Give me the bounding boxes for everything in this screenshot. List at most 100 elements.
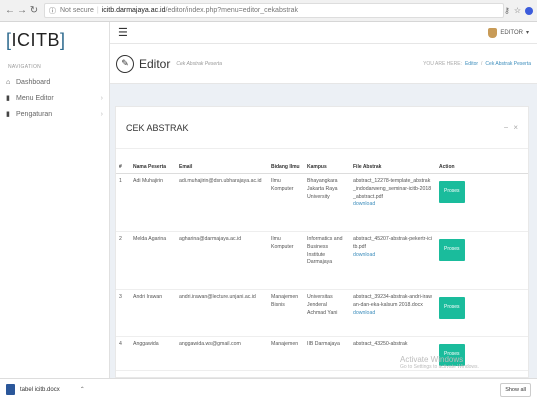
avatar [488,27,498,38]
chevron-up-icon[interactable]: ⌃ [80,386,85,393]
cell-nama: Andri Irawan [130,289,176,337]
cell-kampus: IIB Darmajaya [304,336,350,371]
caret-down-icon: ▾ [525,30,529,36]
sidebar-item-label: Pengaturan [16,110,53,118]
nav-header: NAVIGATION [8,64,42,70]
download-link[interactable]: download [353,310,433,318]
cell-file: abstract_45207-abstrak-pekertr-icitb.pdf… [350,231,436,290]
col-nama: Nama Peserta [130,161,176,174]
menu-toggle-icon[interactable]: ☰ [118,26,128,39]
file-icon: ▮ [6,111,10,118]
breadcrumb: YOU ARE HERE: Editor / Cek Abstrak Peser… [423,61,531,67]
downloads-bar: tabel icitb.docx ⌃ Show all [0,378,537,400]
file-name: abstract_45207-abstrak-pekertr-icitb.pdf [353,236,433,250]
table-row: 3 Andri Irawan andri.irawan@lecture.unja… [116,289,528,337]
browser-toolbar: ← → ↻ ⓘ Not secure | icitb.darmajaya.ac.… [0,0,537,22]
abstract-table: # Nama Peserta Email Bidang Ilmu Kampus … [116,161,528,371]
cell-nama: Melda Agarina [130,231,176,290]
breadcrumb-prefix: YOU ARE HERE: [423,60,462,67]
cell-no: 2 [116,231,130,290]
sidebar-item-label: Menu Editor [16,94,54,102]
star-icon[interactable]: ☆ [514,6,521,15]
word-document-icon [6,384,15,395]
proses-button[interactable]: Proses [439,239,465,261]
pencil-icon: ✎ [116,54,134,73]
col-email: Email [176,161,268,174]
browser-actions: ⚷ ☆ [504,6,533,15]
not-secure-label: Not secure [60,7,94,14]
watermark-subtitle: Go to Settings to activate Windows. [400,364,479,370]
download-link[interactable]: download [353,252,433,260]
table-header-row: # Nama Peserta Email Bidang Ilmu Kampus … [116,161,528,174]
sidebar-item-pengaturan[interactable]: ▮ Pengaturan › [0,106,109,122]
url-path: /editor/index.php?menu=editor_cekabstrak [165,7,299,14]
cell-nama: Anggawida [130,336,176,371]
cell-action: Proses [436,289,528,337]
cell-bidang: Ilmu Komputer [268,173,304,232]
page-header: ✎ Editor Cek Abstrak Peserta YOU ARE HER… [110,44,537,84]
col-file: File Abstrak [350,161,436,174]
col-no: # [116,161,130,174]
logo-bracket-close: ] [60,29,66,50]
cell-email: anggawida.ws@gmail.com [176,336,268,371]
info-icon[interactable]: ⓘ [49,6,56,16]
cell-file: abstract_12278-template_abstrak_indodarw… [350,173,436,232]
forward-icon[interactable]: → [16,4,28,18]
proses-button[interactable]: Proses [439,181,465,203]
cell-email: adi.muhajirin@dsn.ubharajaya.ac.id [176,173,268,232]
col-kampus: Kampus [304,161,350,174]
file-name: abstract_43250-abstrak [353,341,408,347]
activate-windows-watermark: Activate Windows Go to Settings to activ… [400,355,479,370]
cell-no: 3 [116,289,130,337]
cell-bidang: Manajemen Bisnis [268,289,304,337]
sidebar: [ ICITB ] NAVIGATION ⌂ Dashboard ▮ Menu … [0,22,110,378]
address-separator: | [96,7,99,14]
back-icon[interactable]: ← [4,4,16,18]
user-name: EDITOR [500,29,523,36]
cell-no: 1 [116,173,130,232]
download-item[interactable]: tabel icitb.docx [6,384,60,395]
breadcrumb-separator: / [481,60,483,67]
logo-text: ICITB [11,29,61,50]
collapse-icon[interactable]: − [504,123,509,132]
cell-action: Proses [436,231,528,290]
show-all-button[interactable]: Show all [500,382,531,397]
cell-no: 4 [116,336,130,371]
extension-icon[interactable] [525,6,533,15]
key-icon[interactable]: ⚷ [504,6,510,15]
download-file-name: tabel icitb.docx [20,386,60,393]
file-name: abstract_39234-abstrak-andri-irawan-dan-… [353,294,433,308]
sidebar-item-dashboard[interactable]: ⌂ Dashboard [0,74,109,90]
download-link[interactable]: download [353,201,433,209]
close-icon[interactable]: × [513,123,518,132]
cell-kampus: Informatics and Business Institute Darma… [304,231,350,290]
file-icon: ▮ [6,95,10,102]
user-menu[interactable]: EDITOR ▾ [488,27,529,38]
panel-tools: − × [504,123,518,132]
top-header: ☰ EDITOR ▾ [110,22,537,44]
address-bar[interactable]: ⓘ Not secure | icitb.darmajaya.ac.id /ed… [44,3,504,18]
panel-header: CEK ABSTRAK − × [116,107,528,149]
breadcrumb-current[interactable]: Cek Abstrak Peserta [485,61,531,67]
reload-icon[interactable]: ↻ [28,4,40,18]
cek-abstrak-panel: CEK ABSTRAK − × # Nama Peserta Email Bid… [115,106,529,378]
col-action: Action [436,161,528,174]
cell-action: Proses [436,173,528,232]
cell-kampus: Bhayangkara Jakarta Raya University [304,173,350,232]
table-row: 2 Melda Agarina agharina@darmajaya.ac.id… [116,231,528,290]
breadcrumb-link-editor[interactable]: Editor [465,61,478,67]
home-icon: ⌂ [6,78,11,86]
page-subtitle: Cek Abstrak Peserta [176,60,223,67]
sidebar-item-menu-editor[interactable]: ▮ Menu Editor › [0,90,109,106]
panel-title: CEK ABSTRAK [126,122,189,133]
cell-nama: Adi Muhajirin [130,173,176,232]
proses-button[interactable]: Proses [439,297,465,319]
cell-email: andri.irawan@lecture.unjani.ac.id [176,289,268,337]
page-title: Editor [139,56,171,71]
table-row: 1 Adi Muhajirin adi.muhajirin@dsn.ubhara… [116,173,528,232]
sidebar-item-label: Dashboard [16,78,51,86]
chevron-right-icon: › [100,110,103,118]
file-name: abstract_12278-template_abstrak_indodarw… [353,178,432,200]
logo[interactable]: [ ICITB ] [0,22,109,58]
cell-email: agharina@darmajaya.ac.id [176,231,268,290]
